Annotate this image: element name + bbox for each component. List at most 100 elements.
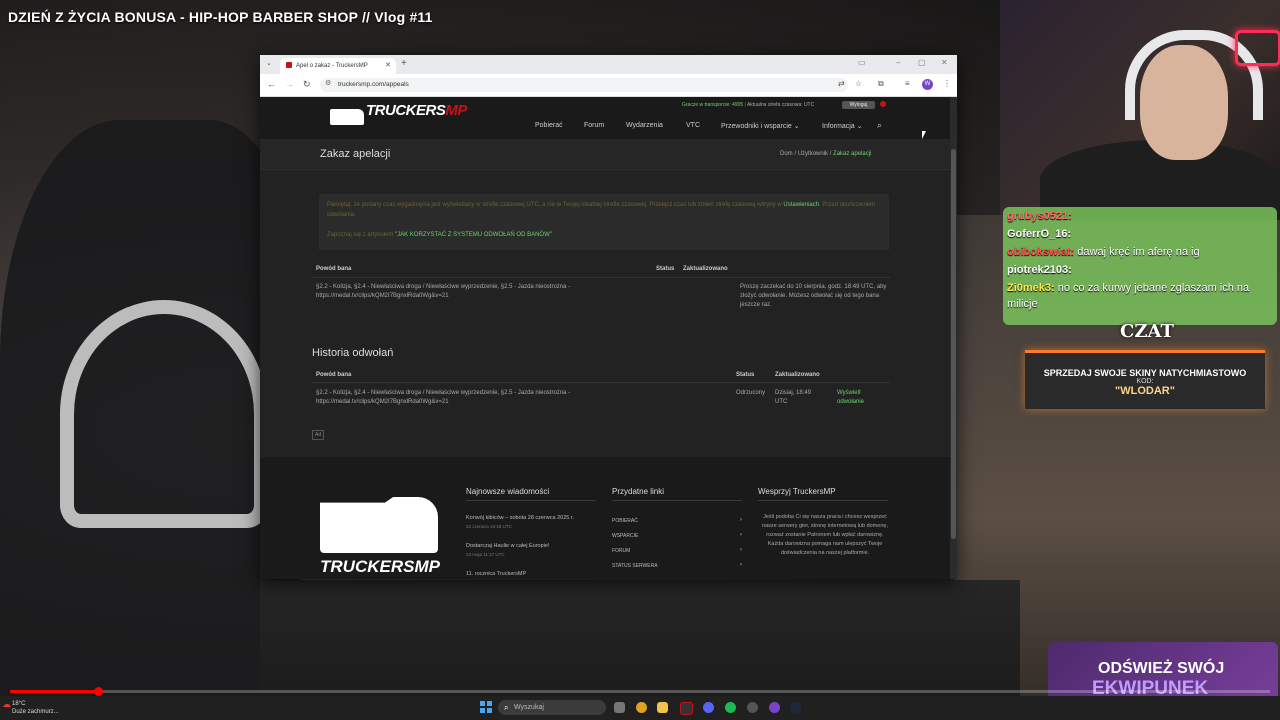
info-alert: Pamiętaj, że podany czas wygaśnięcia jes… bbox=[319, 194, 889, 250]
history-reason: §2.2 - Kolizja, §2.4 - Niewłaściwa droga… bbox=[316, 390, 571, 405]
tab-bar: ⌄ Apel o zakaz - TruckersMP ✕ + ▭ – ▢ ✕ bbox=[260, 55, 957, 74]
media-icon[interactable]: ≡ bbox=[905, 79, 910, 88]
history-updated: Dzisiaj, 18:49 UTC bbox=[775, 390, 812, 405]
chevron-right-icon: › bbox=[740, 547, 742, 553]
footer-link-support[interactable]: WSPARCIE bbox=[612, 533, 638, 539]
app-icon[interactable] bbox=[747, 702, 758, 713]
logout-button[interactable]: Wyloguj bbox=[842, 101, 875, 109]
promo-code-label: KOD: bbox=[1136, 378, 1154, 385]
support-title: Wesprzyj TruckersMP bbox=[758, 487, 836, 496]
links-title: Przydatne linki bbox=[612, 487, 665, 496]
breadcrumb-current: Zakaz apelacji bbox=[833, 151, 872, 157]
shirt-logo bbox=[60, 300, 268, 528]
ban-note: Proszę zaczekać do 10 sierpnia, godz. 18… bbox=[740, 284, 887, 308]
close-tab-icon[interactable]: ✕ bbox=[385, 58, 391, 74]
page-title: Zakaz apelacji bbox=[320, 148, 391, 160]
chat-message: Zi0mek3: no co za kurwy jebane zglaszam … bbox=[1007, 282, 1250, 310]
alert-timezone: Pamiętaj, że podany czas wygaśnięcia jes… bbox=[327, 202, 876, 218]
extensions-icon[interactable]: ⧉ bbox=[878, 79, 884, 89]
taskbar-search[interactable]: ⌕ Wyszukaj bbox=[498, 700, 606, 715]
file-explorer-icon[interactable] bbox=[657, 702, 668, 713]
browser-window: ⌄ Apel o zakaz - TruckersMP ✕ + ▭ – ▢ ✕ … bbox=[260, 55, 957, 579]
steam-icon[interactable] bbox=[790, 702, 801, 713]
footer-truck-logo-icon bbox=[320, 497, 438, 553]
tab-search-icon[interactable]: ⌄ bbox=[266, 59, 272, 67]
maximize-icon[interactable]: ▢ bbox=[918, 58, 926, 67]
news-item[interactable]: Dostarczaj Haulie w całej Europie! bbox=[466, 543, 549, 549]
search-icon: ⌕ bbox=[504, 703, 509, 712]
breadcrumb-user[interactable]: Użytkownik bbox=[798, 151, 828, 157]
browser-tab[interactable]: Apel o zakaz - TruckersMP ✕ bbox=[280, 58, 396, 74]
site-info-icon[interactable]: ⚙ bbox=[325, 79, 331, 87]
news-date: 22 czerwca 16:18 UTC bbox=[466, 524, 512, 529]
minimize-icon[interactable]: – bbox=[896, 58, 900, 67]
close-window-icon[interactable]: ✕ bbox=[941, 58, 948, 67]
page-scrollbar[interactable] bbox=[950, 97, 957, 579]
terminal-icon[interactable] bbox=[680, 702, 693, 715]
history-col-reason: Powód bana bbox=[316, 372, 352, 378]
chevron-right-icon: › bbox=[740, 562, 742, 568]
settings-link[interactable]: Ustawieniach bbox=[783, 202, 819, 208]
chat-message: grubys0521: bbox=[1007, 210, 1072, 222]
chat-message: obibokswiat: dawaj kręć im aferę na ig bbox=[1007, 246, 1200, 258]
news-date: 23 maja 11:17 UTC bbox=[466, 552, 505, 557]
news-item[interactable]: 11. rocznica TruckersMP bbox=[466, 571, 526, 577]
chevron-right-icon: › bbox=[740, 532, 742, 538]
footer-link-forum[interactable]: FORUM bbox=[612, 548, 630, 554]
browser-app-icon[interactable] bbox=[769, 702, 780, 713]
ban-col-updated: Zaktualizowano bbox=[683, 266, 728, 272]
url-field[interactable]: truckersmp.com/appeals bbox=[320, 78, 848, 92]
discord-icon[interactable] bbox=[703, 702, 714, 713]
chat-message: GoferrO_16: bbox=[1007, 228, 1072, 240]
notification-icon[interactable] bbox=[880, 101, 886, 107]
new-tab-icon[interactable]: + bbox=[401, 58, 407, 69]
view-appeal-link[interactable]: Wyświetl odwołanie bbox=[837, 389, 881, 407]
weather-widget[interactable]: 18°C Duże zachmurz... bbox=[12, 700, 59, 716]
search-icon[interactable]: ⌕ bbox=[877, 120, 882, 131]
footer-link-server-status[interactable]: STATUS SERWERA bbox=[612, 563, 658, 569]
video-progress-bar[interactable] bbox=[10, 687, 1270, 696]
truck-logo-icon bbox=[330, 109, 364, 125]
divider bbox=[312, 277, 890, 278]
history-title: Historia odwołań bbox=[312, 347, 394, 359]
news-item[interactable]: Konwój kibiców – sobota 28 czerwca 2025 … bbox=[466, 515, 574, 521]
article-link[interactable]: "JAK KORZYSTAĆ Z SYSTEMU ODWOŁAŃ OD BANÓ… bbox=[395, 232, 552, 238]
address-bar: ← → ↻ truckersmp.com/appeals ⚙ ⇄ ☆ ⧉ ≡ W… bbox=[260, 74, 957, 97]
menu-icon[interactable]: ⋮ bbox=[943, 79, 951, 88]
chat-title: CZAT bbox=[1120, 321, 1174, 342]
nav-events[interactable]: Wydarzenia bbox=[626, 122, 663, 129]
spotify-icon[interactable] bbox=[725, 702, 736, 713]
divider bbox=[758, 500, 888, 501]
bookmark-star-icon[interactable]: ☆ bbox=[855, 79, 862, 88]
divider bbox=[312, 382, 890, 383]
chrome-icon[interactable] bbox=[636, 702, 647, 713]
promo-banner: SPRZEDAJ SWOJE SKINY NATYCHMIASTOWO KOD:… bbox=[1025, 350, 1265, 409]
cast-icon[interactable]: ▭ bbox=[858, 58, 866, 67]
start-icon[interactable] bbox=[480, 701, 492, 713]
nav-download[interactable]: Pobierać bbox=[535, 122, 563, 129]
forward-icon[interactable]: → bbox=[285, 79, 294, 89]
top-info: Gracze w transporcie: 4905 | Aktualna st… bbox=[682, 102, 815, 108]
profile-avatar[interactable]: W bbox=[922, 79, 933, 90]
support-text: Jeśli podoba Ci się nasza praca i chcesz… bbox=[762, 514, 888, 556]
site-logo[interactable]: TRUCKERSMP bbox=[366, 102, 467, 119]
translate-icon[interactable]: ⇄ bbox=[838, 79, 845, 88]
breadcrumb-home[interactable]: Dom bbox=[780, 151, 793, 157]
nav-vtc[interactable]: VTC bbox=[686, 122, 700, 129]
back-icon[interactable]: ← bbox=[267, 79, 276, 89]
nav-info[interactable]: Informacja ⌄ bbox=[822, 122, 863, 130]
divider bbox=[466, 500, 596, 501]
task-view-icon[interactable] bbox=[614, 702, 625, 713]
scrollbar-thumb[interactable] bbox=[951, 149, 956, 539]
news-title: Najnowsze wiadomości bbox=[466, 487, 550, 496]
footer-link-download[interactable]: POBIERAĆ bbox=[612, 518, 638, 524]
nav-forum[interactable]: Forum bbox=[584, 122, 604, 129]
reload-icon[interactable]: ↻ bbox=[303, 79, 311, 90]
neon-light bbox=[1235, 30, 1280, 66]
site-header: TRUCKERSMP Gracze w transporcie: 4905 | … bbox=[260, 97, 950, 139]
site-footer: TRUCKERSMP Najnowsze wiadomości Konwój k… bbox=[260, 457, 950, 579]
page-title-bar: Zakaz apelacji Dom / Użytkownik / Zakaz … bbox=[260, 139, 950, 170]
video-progress-fill bbox=[10, 690, 99, 693]
divider bbox=[612, 500, 742, 501]
nav-guides[interactable]: Przewodniki i wsparcie ⌄ bbox=[721, 122, 800, 130]
